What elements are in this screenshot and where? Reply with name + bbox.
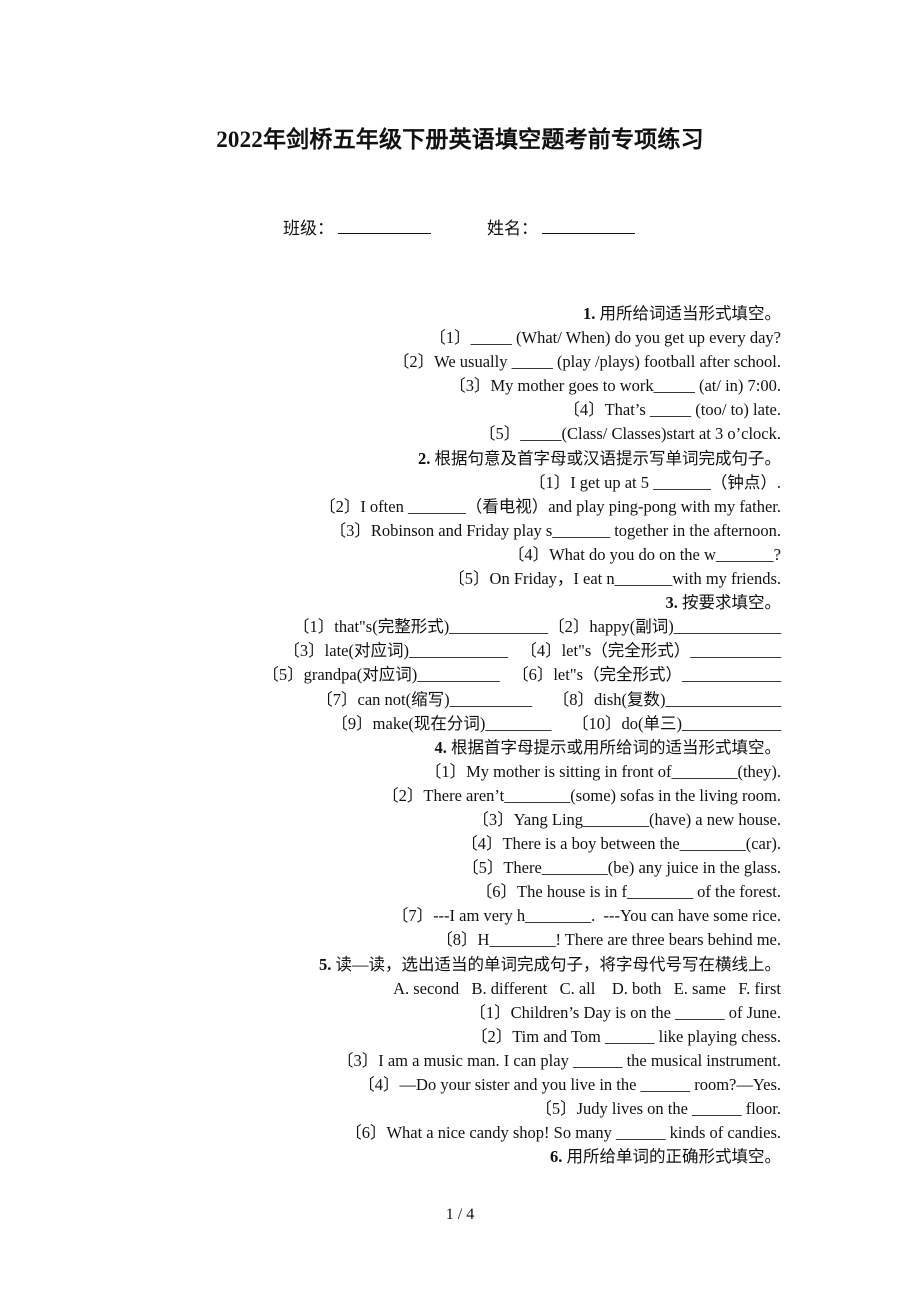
class-label: 班级： <box>283 219 334 238</box>
question-line: 〔4〕—Do your sister and you live in the _… <box>358 1075 781 1094</box>
section-number: 2. <box>418 448 431 468</box>
question-line: 〔4〕There is a boy between the________(ca… <box>461 834 781 854</box>
question-line: 〔1〕_____ (What/ When) do you get up ever… <box>429 328 781 348</box>
section-title: 读—读，选出适当的单词完成句子，将字母代号写在横线上。 <box>335 954 782 974</box>
question-line: 〔6〕What a nice candy shop! So many _____… <box>345 1123 781 1143</box>
question-line: 〔2〕I often _______（看电视）and play ping-pon… <box>319 496 781 516</box>
section-heading: 1. 用所给词适当形式填空。 <box>150 302 781 326</box>
section-heading: 6. 用所给单词的正确形式填空。 <box>150 1145 781 1169</box>
section-title: 按要求填空。 <box>682 593 781 613</box>
question-line: 〔3〕My mother goes to work_____ (at/ in) … <box>449 376 781 396</box>
section-title: 用所给单词的正确形式填空。 <box>566 1147 782 1167</box>
exercise-content: 1. 用所给词适当形式填空。 〔1〕_____ (What/ When) do … <box>150 302 781 1169</box>
page-indicator: 1 / 4 <box>445 1206 475 1223</box>
question-line: 〔3〕Yang Ling________(have) a new house. <box>472 809 781 829</box>
question-line: 〔8〕H________! There are three bears behi… <box>436 930 781 950</box>
section-number: 6. <box>550 1147 563 1167</box>
section-number: 5. <box>319 954 332 974</box>
question-line: 〔1〕My mother is sitting in front of_____… <box>424 761 781 781</box>
question-line: 〔9〕make(现在分词)________ 〔10〕do(单三)________… <box>331 713 781 733</box>
question-line: 〔7〕can not(缩写)__________ 〔8〕dish(复数)____… <box>316 689 781 709</box>
class-blank[interactable] <box>338 217 431 234</box>
question-line: 〔2〕There aren’t________(some) sofas in t… <box>382 785 781 805</box>
section-title: 根据首字母提示或用所给词的适当形式填空。 <box>451 737 781 757</box>
document-title: 2022年剑桥五年级下册英语填空题考前专项练习 <box>216 127 704 152</box>
question-line: 〔3〕Robinson and Friday play s_______ tog… <box>329 520 781 540</box>
question-line: 〔3〕late(对应词)____________ 〔4〕let"s（完全形式）_… <box>283 641 781 661</box>
question-line: 〔2〕We usually _____ (play /plays) footba… <box>392 352 781 372</box>
section-number: 1. <box>583 304 596 323</box>
question-line: 〔7〕---I am very h________. ---You can ha… <box>391 906 781 926</box>
name-blank[interactable] <box>542 217 635 234</box>
section-heading: 3. 按要求填空。 <box>150 591 782 615</box>
section-title: 用所给词适当形式填空。 <box>599 304 782 323</box>
section-heading: 4. 根据首字母提示或用所给词的适当形式填空。 <box>150 736 782 760</box>
question-line: 〔4〕What do you do on the w_______? <box>507 544 781 564</box>
question-line: 〔5〕grandpa(对应词)__________ 〔6〕let"s（完全形式）… <box>262 665 781 685</box>
question-line: 〔1〕Children’s Day is on the ______ of Ju… <box>469 1002 781 1022</box>
question-line: 〔6〕The house is in f________ of the fore… <box>475 882 781 902</box>
student-info: 班级： 姓名： <box>283 214 635 239</box>
word-options: A. second B. different C. all D. both E.… <box>393 978 781 998</box>
question-line: 〔1〕I get up at 5 _______（钟点）. <box>528 472 781 492</box>
question-line: 〔5〕Judy lives on the ______ floor. <box>535 1099 781 1119</box>
name-label: 姓名： <box>487 219 538 238</box>
question-line: 〔2〕Tim and Tom ______ like playing chess… <box>470 1026 781 1046</box>
question-line: 〔3〕I am a music man. I can play ______ t… <box>336 1050 781 1070</box>
section-title: 根据句意及首字母或汉语提示写单词完成句子。 <box>434 448 782 468</box>
section-number: 4. <box>434 737 447 757</box>
question-line: 〔5〕_____(Class/ Classes)start at 3 o’clo… <box>479 424 781 444</box>
question-line: 〔5〕On Friday，I eat n_______with my frien… <box>448 569 781 589</box>
question-line: 〔4〕That’s _____ (too/ to) late. <box>563 400 781 420</box>
question-line: 〔5〕There________(be) any juice in the gl… <box>462 858 781 878</box>
section-number: 3. <box>665 593 678 613</box>
question-line: 〔1〕that"s(完整形式)____________〔2〕happy(副词)_… <box>293 617 781 637</box>
section-heading: 2. 根据句意及首字母或汉语提示写单词完成句子。 <box>150 447 781 471</box>
section-heading: 5. 读—读，选出适当的单词完成句子，将字母代号写在横线上。 <box>150 953 781 977</box>
